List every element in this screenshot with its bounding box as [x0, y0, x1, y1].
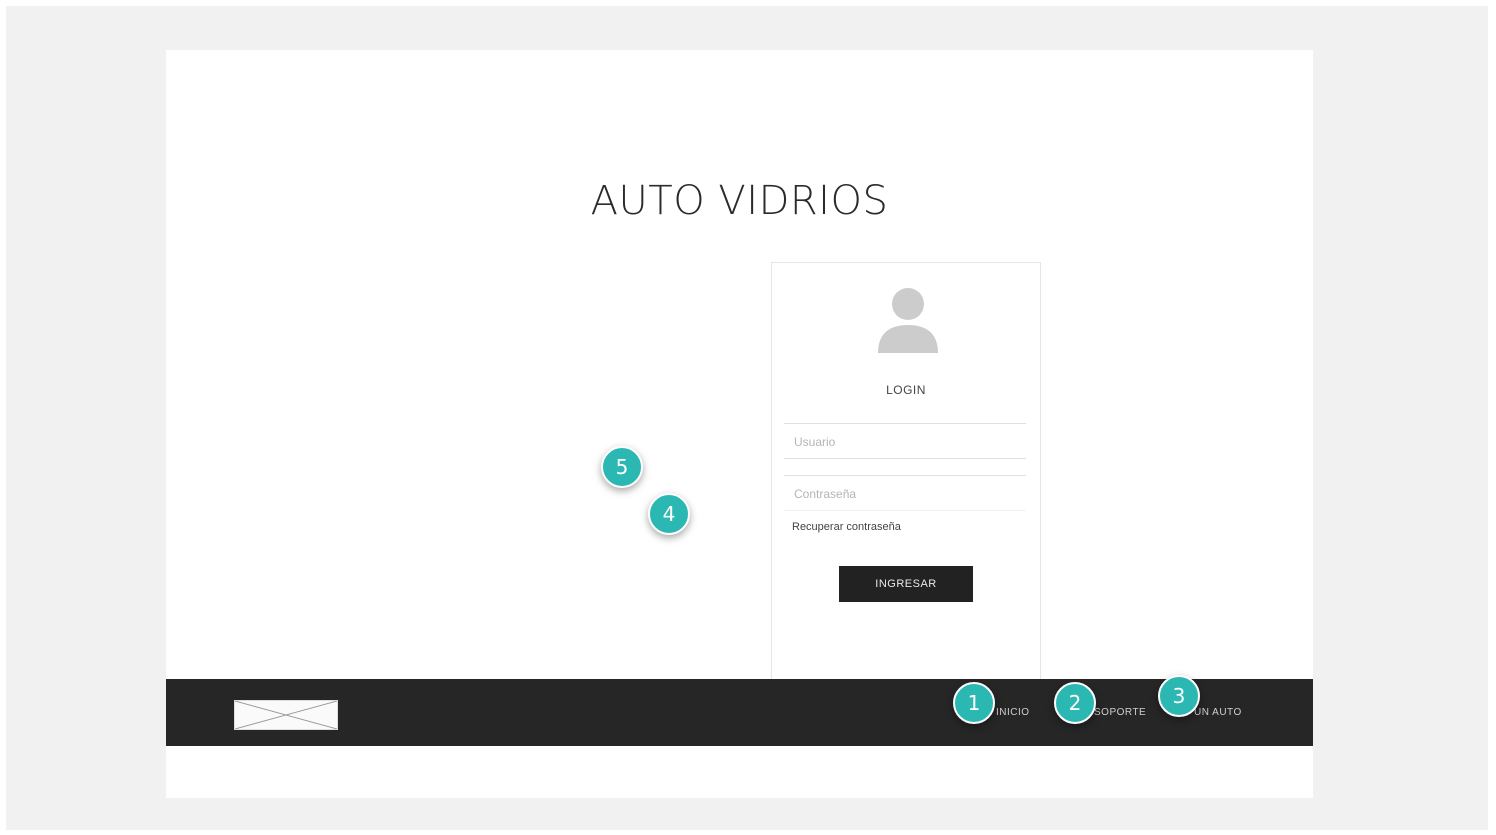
annotation-badge-2: 2: [1054, 682, 1096, 724]
footer-link-un-auto[interactable]: UN AUTO: [1194, 707, 1242, 718]
username-input[interactable]: Usuario: [784, 423, 1026, 459]
login-heading: LOGIN: [886, 383, 926, 397]
page-title: AUTO VIDRIOS: [590, 178, 889, 224]
logo-placeholder-icon: [234, 700, 338, 730]
annotation-badge-3: 3: [1158, 675, 1200, 717]
login-submit-button[interactable]: INGRESAR: [839, 566, 973, 602]
footer-bar: INICIO SOPORTE UN AUTO: [166, 679, 1313, 746]
recover-password-link[interactable]: Recuperar contraseña: [792, 521, 901, 533]
footer-link-soporte[interactable]: SOPORTE: [1094, 707, 1146, 718]
password-input[interactable]: Contraseña: [784, 475, 1026, 511]
annotation-badge-1: 1: [953, 682, 995, 724]
annotation-badge-4: 4: [648, 493, 690, 535]
footer-link-inicio[interactable]: INICIO: [996, 707, 1030, 718]
annotation-badge-5: 5: [601, 446, 643, 488]
user-avatar-icon: [878, 288, 938, 353]
login-card: LOGIN Usuario Contraseña Recuperar contr…: [771, 262, 1041, 682]
